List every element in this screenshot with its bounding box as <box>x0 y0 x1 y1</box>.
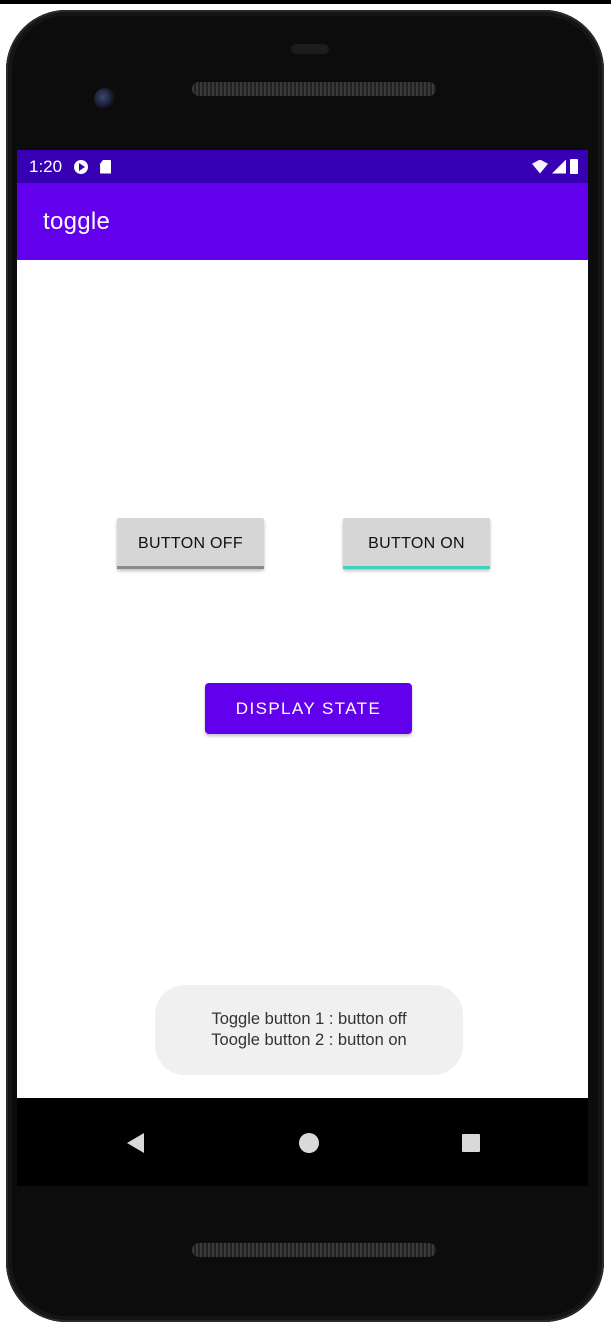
navigation-bar <box>17 1098 588 1186</box>
back-icon[interactable] <box>127 1133 144 1153</box>
battery-icon <box>570 159 578 174</box>
wifi-icon <box>532 159 548 174</box>
signal-icon <box>552 159 566 174</box>
display-state-button[interactable]: DISPLAY STATE <box>205 683 412 734</box>
app-title: toggle <box>43 207 111 235</box>
toast-line-1: Toggle button 1 : button off <box>211 1010 407 1028</box>
toast-line-2: Toogle button 2 : button on <box>211 1031 407 1049</box>
sd-card-icon <box>100 159 112 174</box>
status-right-icons <box>532 159 578 174</box>
device-screen: 1:20 toggle BUTTON OFF BUTTON ON DISPLAY… <box>17 150 588 1098</box>
toggle-button-2-indicator <box>343 566 490 569</box>
toggle-button-2[interactable]: BUTTON ON <box>343 518 490 569</box>
proximity-sensor <box>291 44 329 54</box>
recents-icon[interactable] <box>462 1134 480 1152</box>
toggle-button-1-label: BUTTON OFF <box>138 535 243 552</box>
earpiece-speaker <box>192 82 436 96</box>
app-bar: toggle <box>17 183 588 260</box>
toggle-button-1-indicator <box>117 566 264 569</box>
home-icon[interactable] <box>299 1133 319 1153</box>
screenshot-top-border <box>0 0 611 4</box>
status-time: 1:20 <box>29 156 63 176</box>
play-protect-icon <box>74 159 89 174</box>
toggle-button-2-label: BUTTON ON <box>368 535 465 552</box>
front-camera-icon <box>94 88 116 110</box>
bottom-speaker <box>192 1243 436 1257</box>
toast-message: Toggle button 1 : button off Toogle butt… <box>155 985 463 1075</box>
status-bar: 1:20 <box>17 150 588 183</box>
toggle-button-1[interactable]: BUTTON OFF <box>117 518 264 569</box>
